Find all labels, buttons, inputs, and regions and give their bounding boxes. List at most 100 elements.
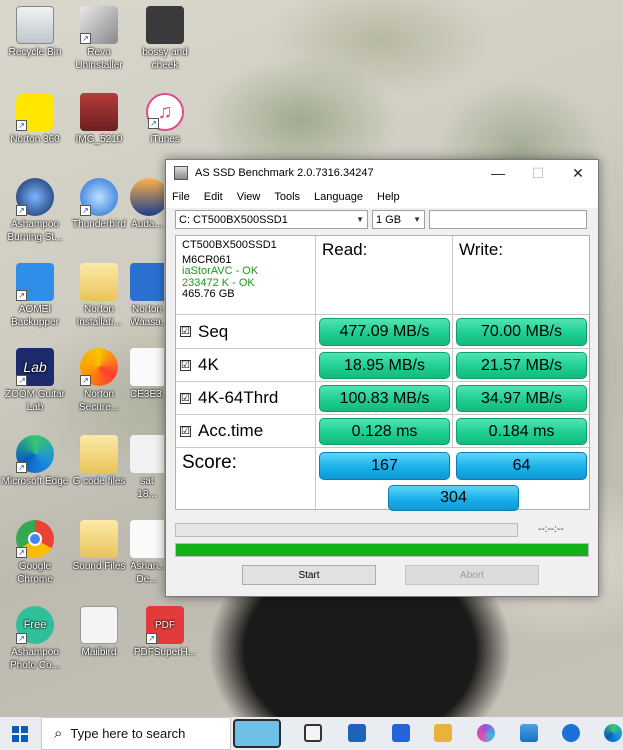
drive-select-value: C: CT500BX500SSD1 <box>179 213 288 226</box>
image-thumbnail-icon <box>146 6 184 44</box>
acc-write-value: 0.184 ms <box>456 418 587 445</box>
checkbox-4k64thrd[interactable]: ☑ <box>180 392 191 404</box>
taskbar-search-box[interactable]: ⌕ Type here to search <box>41 717 231 750</box>
checkbox-acctime[interactable]: ☑ <box>180 425 191 437</box>
score-write-value: 64 <box>456 452 587 480</box>
norton-360-icon: ↗ <box>16 93 54 131</box>
icon-label: Ashan... De... <box>130 561 164 585</box>
desktop-icon-norton-installati[interactable]: Norton Installati... <box>64 263 134 329</box>
recycle-bin-icon <box>16 6 54 44</box>
itunes-icon: ♫ ↗ <box>146 93 184 131</box>
menu-file[interactable]: File <box>172 191 190 203</box>
start-button[interactable]: Start <box>242 565 376 585</box>
desktop-icon-sat18[interactable]: sat 18... <box>130 435 164 501</box>
desktop-icon-pdfsuperh[interactable]: PDF ↗ PDFSuperH... <box>130 606 200 659</box>
file-explorer-icon[interactable] <box>434 724 452 742</box>
menu-tools[interactable]: Tools <box>274 191 300 203</box>
menu-edit[interactable]: Edit <box>204 191 223 203</box>
edge-icon: ↗ <box>16 435 54 473</box>
edge-taskbar-icon[interactable] <box>604 724 622 742</box>
desktop-icon-ashampoo-de[interactable]: Ashan... De... <box>130 520 164 586</box>
icon-label: AOMEI Backupper <box>11 304 59 328</box>
desktop-icon-revo[interactable]: ↗ Revo Uninstaller <box>64 6 134 72</box>
folder-icon <box>80 263 118 301</box>
desktop-icon-zoom-guitar-lab[interactable]: Lab ↗ ZOOM Guitar Lab <box>0 348 70 414</box>
shortcut-arrow-icon: ↗ <box>16 633 27 644</box>
desktop-icon-itunes[interactable]: ♫ ↗ iTunes <box>130 93 200 146</box>
chevron-down-icon: ▼ <box>356 215 364 224</box>
desktop-icon-recycle-bin[interactable]: Recycle Bin <box>0 6 70 59</box>
test-name: Seq <box>198 321 229 341</box>
drive-model: CT500BX500SSD1 <box>182 239 277 251</box>
desktop-icon-norton-secure[interactable]: ↗ Norton Secure... <box>64 348 134 414</box>
test-name: 4K-64Thrd <box>198 388 279 407</box>
icon-label: Microsoft Edge <box>1 476 69 487</box>
icon-label: sat 18... <box>137 476 157 500</box>
shortcut-arrow-icon: ↗ <box>80 33 91 44</box>
thunderbird-taskbar-icon[interactable] <box>562 724 580 742</box>
mail-envelope-icon <box>80 606 118 644</box>
desktop-icon-audacity[interactable]: Auda... <box>130 178 164 231</box>
chevron-down-icon: ▼ <box>413 215 421 224</box>
desktop-icon-ashampoo-photo[interactable]: Free ↗ Ashampoo Photo Co... <box>0 606 70 672</box>
close-button[interactable]: ✕ <box>558 165 598 182</box>
desktop-icon-sound-files[interactable]: Sound Files <box>64 520 134 573</box>
desktop-icon-thunderbird[interactable]: ↗ Thunderbird <box>64 178 134 231</box>
test-row-seq[interactable]: ☑ Seq <box>176 315 316 349</box>
store-icon[interactable] <box>348 724 366 742</box>
test-size-select[interactable]: 1 GB ▼ <box>372 210 425 229</box>
abort-button[interactable]: Abort <box>405 565 539 585</box>
desktop-icon-norton360[interactable]: ↗ Norton 360 <box>0 93 70 146</box>
desktop-icon-chrome[interactable]: ↗ Google Chrome <box>0 520 70 586</box>
icon-label: bossy and cheek <box>142 47 188 71</box>
pdf-icon: PDF ↗ <box>146 606 184 644</box>
desktop-icon-norton-waasa[interactable]: Norton Waasa... <box>130 263 164 329</box>
checkbox-4k[interactable]: ☑ <box>180 359 191 371</box>
photos-icon[interactable] <box>520 724 538 742</box>
icon-label: Mailbird <box>81 647 117 658</box>
test-row-4k[interactable]: ☑ 4K <box>176 349 316 382</box>
menu-help[interactable]: Help <box>377 191 400 203</box>
minimize-button[interactable]: — <box>478 165 518 181</box>
thunderbird-icon: ↗ <box>80 178 118 216</box>
desktop-icon-bossy[interactable]: bossy and cheek <box>130 6 200 72</box>
task-view-icon[interactable] <box>304 724 322 742</box>
desktop-icon-ashampoo-burning[interactable]: ↗ Ashampoo Burning St... <box>0 178 70 244</box>
zoom-guitar-lab-icon: Lab ↗ <box>16 348 54 386</box>
score-total-value: 304 <box>388 485 519 511</box>
icon-label: Thunderbird <box>72 219 126 230</box>
drive-select[interactable]: C: CT500BX500SSD1 ▼ <box>175 210 368 229</box>
menu-language[interactable]: Language <box>314 191 363 203</box>
icon-label: G code files <box>72 476 126 487</box>
icon-label: Norton Installati... <box>76 304 122 328</box>
search-placeholder: Type here to search <box>70 726 186 741</box>
text-field[interactable] <box>429 210 587 229</box>
search-icon: ⌕ <box>54 725 63 742</box>
desktop-icon-gcode[interactable]: G code files <box>64 435 134 488</box>
title-bar[interactable]: AS SSD Benchmark 2.0.7316.34247 — ☐ ✕ <box>166 160 598 186</box>
overall-progress-fill <box>176 544 588 556</box>
shortcut-arrow-icon: ↗ <box>16 462 27 473</box>
copilot-icon[interactable] <box>477 724 495 742</box>
as-ssd-window: AS SSD Benchmark 2.0.7316.34247 — ☐ ✕ Fi… <box>165 159 599 597</box>
menu-bar: File Edit View Tools Language Help <box>166 186 598 208</box>
icon-label: PDFSuperH... <box>133 647 197 658</box>
shortcut-arrow-icon: ↗ <box>80 375 91 386</box>
search-highlight-icon[interactable] <box>233 719 281 748</box>
desktop-icon-ce3e3[interactable]: CE3E3... <box>130 348 164 401</box>
icon-label: IMG_5210 <box>75 134 123 145</box>
test-row-acctime[interactable]: ☑ Acc.time <box>176 415 316 448</box>
maximize-button[interactable]: ☐ <box>518 165 558 182</box>
checkbox-seq[interactable]: ☑ <box>180 326 191 337</box>
desktop-icon-mailbird[interactable]: Mailbird <box>64 606 134 659</box>
icon-label: ZOOM Guitar Lab <box>4 389 65 413</box>
test-row-4k64thrd[interactable]: ☑ 4K-64Thrd <box>176 382 316 415</box>
icon-label: Norton Secure... <box>78 389 120 413</box>
desktop-icon-img5210[interactable]: IMG_5210 <box>64 93 134 146</box>
desktop-icon-aomei[interactable]: ↗ AOMEI Backupper <box>0 263 70 329</box>
desktop-icon-edge[interactable]: ↗ Microsoft Edge <box>0 435 70 488</box>
media-file-icon <box>130 435 164 473</box>
start-button-windows[interactable] <box>12 726 28 742</box>
microsoft-store-icon[interactable] <box>392 724 410 742</box>
menu-view[interactable]: View <box>237 191 261 203</box>
